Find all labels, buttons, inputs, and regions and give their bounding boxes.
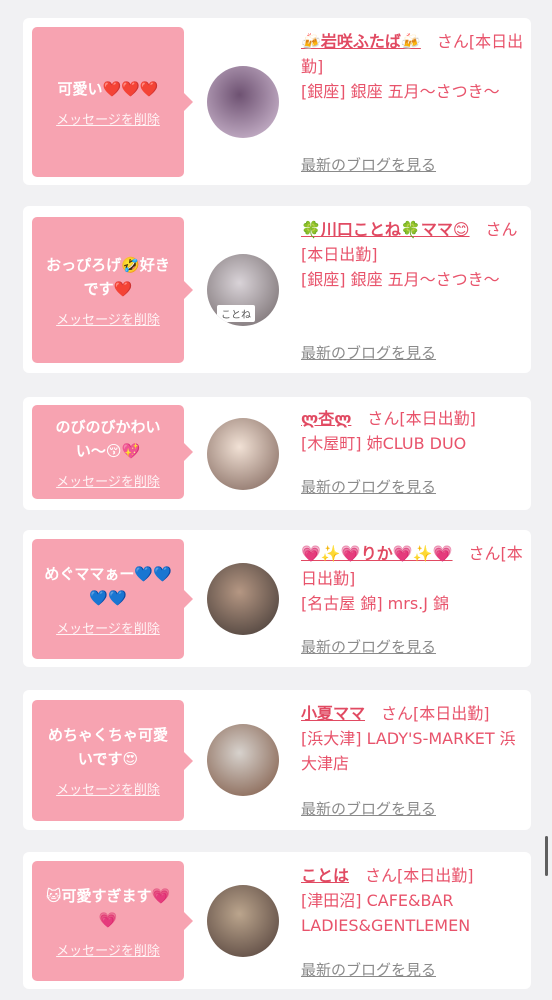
cast-info: 💗✨💗りか💗✨💗 さん[本日出勤] [名古屋 錦] mrs.J 錦	[301, 541, 525, 616]
latest-blog-link[interactable]: 最新のブログを見る	[301, 636, 436, 657]
shop-location: [木屋町] 姉CLUB DUO	[301, 434, 467, 453]
message-bubble: めぐママぁー💙💙💙💙 メッセージを削除	[32, 539, 193, 659]
message-text: めちゃくちゃ可愛いです😍	[47, 726, 168, 768]
latest-blog-link[interactable]: 最新のブログを見る	[301, 798, 436, 819]
message-bubble: おっぴろげ🤣好きです❤️ メッセージを削除	[32, 217, 193, 363]
message-text: 可愛い❤️❤️❤️	[57, 79, 159, 98]
latest-blog-link[interactable]: 最新のブログを見る	[301, 476, 436, 497]
message-card: めぐママぁー💙💙💙💙 メッセージを削除 💗✨💗りか💗✨💗 さん[本日出勤] [名古屋 …	[23, 530, 531, 667]
delete-message-link[interactable]: メッセージを削除	[56, 109, 160, 128]
shop-location: [名古屋 錦] mrs.J 錦	[301, 594, 450, 613]
latest-blog-link[interactable]: 最新のブログを見る	[301, 342, 436, 363]
cast-info: ლ杏ლ さん[本日出勤] [木屋町] 姉CLUB DUO	[301, 406, 525, 456]
scrollbar[interactable]	[545, 836, 548, 876]
message-card: 可愛い❤️❤️❤️ メッセージを削除 🍻岩咲ふたば🍻 さん[本日出勤] [銀座] 銀座…	[23, 18, 531, 185]
message-text: のびのびかわいい〜😚💖	[55, 417, 161, 460]
avatar[interactable]: ことね	[207, 254, 279, 326]
cast-name-link[interactable]: 🍻岩咲ふたば🍻	[301, 32, 421, 51]
message-card: めちゃくちゃ可愛いです😍 メッセージを削除 小夏ママ さん[本日出勤] [浜大津] L…	[23, 690, 531, 830]
cast-info: 🍻岩咲ふたば🍻 さん[本日出勤] [銀座] 銀座 五月〜さつき〜	[301, 29, 525, 104]
shop-location: [浜大津] LADY'S-MARKET 浜大津店	[301, 729, 516, 773]
shift-status: さん[本日出勤]	[381, 704, 490, 723]
shop-location: [銀座] 銀座 五月〜さつき〜	[301, 270, 500, 289]
message-bubble: のびのびかわいい〜😚💖 メッセージを削除	[32, 405, 193, 499]
cast-name-link[interactable]: ことは	[301, 866, 349, 885]
cast-info: 小夏ママ さん[本日出勤] [浜大津] LADY'S-MARKET 浜大津店	[301, 701, 525, 776]
cast-info: 🍀川口ことね🍀ママ😊 さん[本日出勤] [銀座] 銀座 五月〜さつき〜	[301, 217, 525, 292]
avatar[interactable]	[207, 66, 279, 138]
shop-location: [津田沼] CAFE&BAR LADIES&GENTLEMEN	[301, 891, 471, 935]
delete-message-link[interactable]: メッセージを削除	[56, 309, 160, 328]
cast-name-link[interactable]: 💗✨💗りか💗✨💗	[301, 544, 453, 563]
cast-name-link[interactable]: ლ杏ლ	[301, 409, 351, 428]
avatar-caption: ことね	[217, 305, 255, 322]
avatar[interactable]	[207, 724, 279, 796]
message-text: めぐママぁー💙💙💙💙	[44, 564, 172, 607]
cast-name-link[interactable]: 小夏ママ	[301, 704, 365, 723]
avatar[interactable]	[207, 885, 279, 957]
message-bubble: 🐱可愛すぎます💗💗 メッセージを削除	[32, 861, 193, 981]
shop-location: [銀座] 銀座 五月〜さつき〜	[301, 82, 500, 101]
avatar[interactable]	[207, 418, 279, 490]
message-bubble: めちゃくちゃ可愛いです😍 メッセージを削除	[32, 700, 193, 821]
message-card: おっぴろげ🤣好きです❤️ メッセージを削除 ことね 🍀川口ことね🍀ママ😊 さん[本日出…	[23, 206, 531, 373]
cast-name-link[interactable]: 🍀川口ことね🍀ママ😊	[301, 220, 470, 239]
cast-info: ことは さん[本日出勤] [津田沼] CAFE&BAR LADIES&GENTLE…	[301, 863, 525, 938]
latest-blog-link[interactable]: 最新のブログを見る	[301, 959, 436, 980]
delete-message-link[interactable]: メッセージを削除	[56, 940, 160, 959]
message-bubble: 可愛い❤️❤️❤️ メッセージを削除	[32, 27, 193, 177]
message-card: のびのびかわいい〜😚💖 メッセージを削除 ლ杏ლ さん[本日出勤] [木屋町] 姉CL…	[23, 397, 531, 510]
delete-message-link[interactable]: メッセージを削除	[56, 618, 160, 637]
delete-message-link[interactable]: メッセージを削除	[56, 471, 160, 490]
shift-status: さん[本日出勤]	[367, 409, 476, 428]
message-text: おっぴろげ🤣好きです❤️	[46, 255, 170, 298]
shift-status: さん[本日出勤]	[365, 866, 474, 885]
message-card: 🐱可愛すぎます💗💗 メッセージを削除 ことは さん[本日出勤] [津田沼] CAFE&…	[23, 852, 531, 989]
avatar[interactable]	[207, 563, 279, 635]
delete-message-link[interactable]: メッセージを削除	[56, 779, 160, 798]
message-text: 🐱可愛すぎます💗💗	[45, 886, 171, 929]
latest-blog-link[interactable]: 最新のブログを見る	[301, 154, 436, 175]
